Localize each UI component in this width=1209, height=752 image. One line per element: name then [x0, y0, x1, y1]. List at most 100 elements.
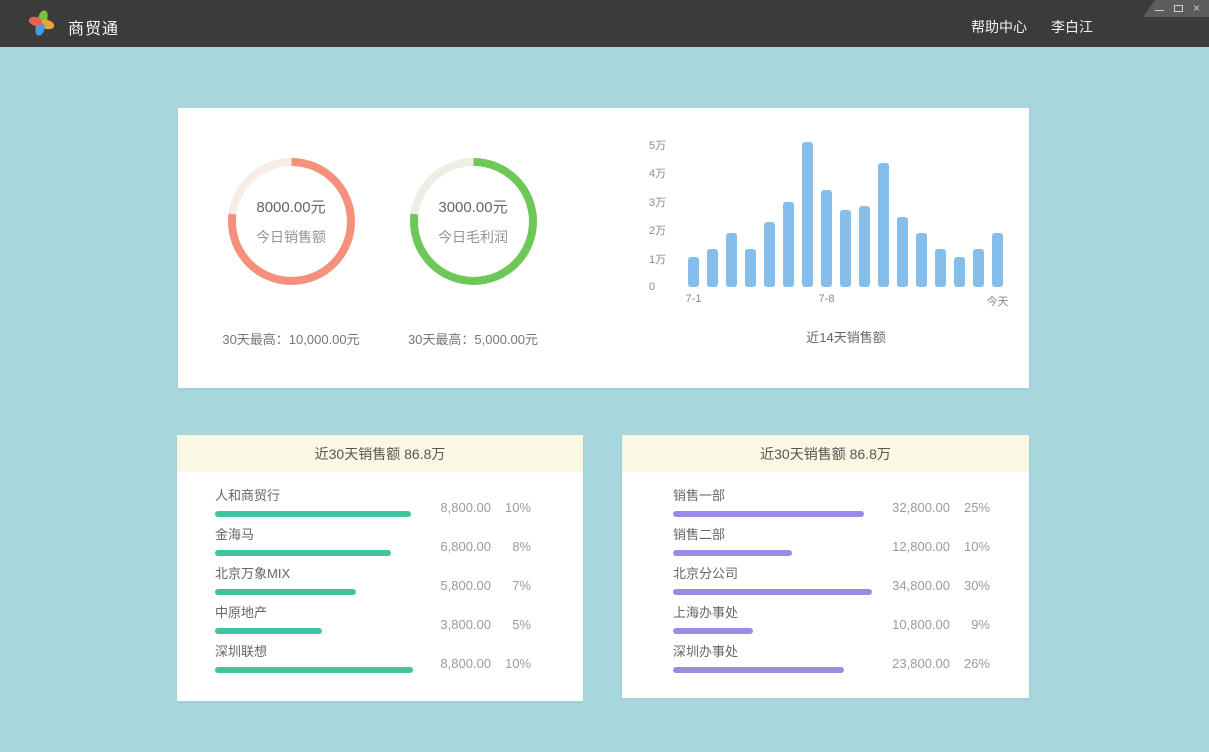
customer-sales-ranking-card: 近30天销售额 86.8万 人和商贸行8,800.0010%金海马6,800.0… — [177, 435, 583, 701]
ranking-row-left: 销售一部 — [673, 485, 872, 517]
ranking-row-values: 12,800.0010% — [892, 539, 990, 556]
ranking-row-left: 深圳办事处 — [673, 641, 872, 673]
chart-x-axis: 7-17-8今天 — [688, 293, 1004, 309]
ranking-row-values: 8,800.0010% — [440, 656, 531, 673]
today-sales-donut: 8000.00元 今日销售额 — [228, 158, 355, 285]
ranking-row-name: 北京万象MIX — [215, 563, 413, 582]
ranking-row-amount: 8,800.00 — [440, 656, 491, 671]
minimize-icon[interactable] — [1155, 10, 1164, 11]
ranking-row-progress-bar — [673, 667, 844, 673]
ranking-row-values: 34,800.0030% — [892, 578, 990, 595]
app-title: 商贸通 — [68, 15, 119, 39]
department-sales-ranking-card: 近30天销售额 86.8万 销售一部 32,800.0025% 销售二部 12,800… — [622, 435, 1029, 698]
ranking-row-values: 32,800.0025% — [892, 500, 990, 517]
window-controls: × — [1143, 0, 1209, 17]
ranking-row-progress-bar — [215, 589, 356, 595]
ranking-row-values: 8,800.0010% — [440, 500, 531, 517]
titlebar-menu: 帮助中心 李白江 — [971, 17, 1093, 37]
daily-sales-bar — [764, 222, 775, 287]
y-axis-tick: 0 — [649, 281, 655, 293]
ranking-row: 深圳联想 8,800.0010% — [215, 634, 531, 673]
help-center-link[interactable]: 帮助中心 — [971, 17, 1027, 37]
chart-bars — [688, 137, 1004, 287]
y-axis-tick: 1万 — [649, 251, 666, 267]
daily-sales-bar — [878, 163, 889, 287]
ranking-row-percent: 30% — [950, 578, 990, 593]
today-profit-value: 3000.00元 — [438, 196, 507, 217]
ranking-row-values: 3,800.005% — [440, 617, 531, 634]
ranking-row-name: 深圳办事处 — [673, 641, 872, 660]
user-menu[interactable]: 李白江 — [1051, 17, 1093, 37]
ranking-row-name: 人和商贸行 — [215, 485, 413, 504]
ranking-row-amount: 32,800.00 — [892, 500, 950, 515]
ranking-row-values: 23,800.0026% — [892, 656, 990, 673]
ranking-row-amount: 3,800.00 — [440, 617, 491, 632]
ranking-row-percent: 5% — [491, 617, 531, 632]
ranking-row-name: 销售一部 — [673, 485, 872, 504]
daily-sales-bar — [726, 233, 737, 287]
x-axis-label: 7-8 — [819, 293, 835, 305]
pinwheel-logo-icon — [28, 10, 54, 36]
ranking-row: 销售一部 32,800.0025% — [673, 478, 990, 517]
daily-sales-bar — [954, 257, 965, 287]
daily-sales-bar — [935, 249, 946, 287]
ranking-row-left: 金海马 — [215, 524, 413, 556]
ranking-row: 北京分公司 34,800.0030% — [673, 556, 990, 595]
ranking-row-left: 北京分公司 — [673, 563, 872, 595]
chart-y-axis: 5万4万3万2万1万0 — [649, 137, 688, 287]
ranking-row-name: 中原地产 — [215, 602, 413, 621]
customer-ranking-title: 近30天销售额 86.8万 — [315, 444, 446, 464]
daily-sales-bar — [745, 249, 756, 287]
ranking-row: 金海马 6,800.008% — [215, 517, 531, 556]
daily-sales-bar — [840, 210, 851, 287]
ranking-row-percent: 9% — [950, 617, 990, 632]
ranking-row-amount: 8,800.00 — [440, 500, 491, 515]
department-ranking-title: 近30天销售额 86.8万 — [760, 444, 891, 464]
today-sales-value: 8000.00元 — [256, 196, 325, 217]
ranking-row-name: 深圳联想 — [215, 641, 413, 660]
ranking-row-values: 5,800.007% — [440, 578, 531, 595]
ranking-row-left: 上海办事处 — [673, 602, 872, 634]
x-axis-label: 今天 — [987, 293, 1009, 309]
chart-plot-area: 5万4万3万2万1万0 — [649, 137, 1004, 287]
ranking-row-percent: 7% — [491, 578, 531, 593]
ranking-row-values: 10,800.009% — [892, 617, 990, 634]
daily-sales-bar — [916, 233, 927, 287]
ranking-row-name: 金海马 — [215, 524, 413, 543]
titlebar: 商贸通 帮助中心 李白江 × — [0, 0, 1209, 47]
ranking-row-name: 上海办事处 — [673, 602, 872, 621]
today-profit-donut: 3000.00元 今日毛利润 — [410, 158, 537, 285]
ranking-row-progress-bar — [673, 589, 872, 595]
daily-sales-bar — [821, 190, 832, 287]
ranking-row: 北京万象MIX 5,800.007% — [215, 556, 531, 595]
ranking-row-percent: 10% — [950, 539, 990, 554]
close-icon[interactable]: × — [1193, 2, 1200, 14]
today-sales-donut-center: 8000.00元 今日销售额 — [236, 166, 347, 277]
ranking-row-progress-bar — [673, 628, 753, 634]
daily-sales-bar — [688, 257, 699, 287]
department-ranking-list: 销售一部 32,800.0025% 销售二部 12,800.0010% 北京分公司 34,… — [622, 472, 1029, 673]
ranking-row-left: 人和商贸行 — [215, 485, 413, 517]
today-sales-donut-section: 8000.00元 今日销售额 30天最高：10,000.00元 — [196, 158, 386, 348]
today-profit-label: 今日毛利润 — [438, 227, 508, 247]
chart-title: 近14天销售额 — [688, 327, 1004, 346]
sales-14day-bar-chart: 5万4万3万2万1万0 7-17-8今天 近14天销售额 — [649, 137, 1004, 346]
daily-sales-bar — [783, 202, 794, 287]
daily-sales-bar — [992, 233, 1003, 287]
ranking-row-progress-bar — [215, 550, 391, 556]
ranking-row-amount: 34,800.00 — [892, 578, 950, 593]
customer-ranking-list: 人和商贸行8,800.0010%金海马6,800.008%北京万象MIX5,80… — [177, 472, 583, 673]
today-profit-donut-center: 3000.00元 今日毛利润 — [418, 166, 529, 277]
ranking-row-left: 销售二部 — [673, 524, 872, 556]
ranking-row: 销售二部 12,800.0010% — [673, 517, 990, 556]
daily-sales-bar — [973, 249, 984, 287]
ranking-row-left: 北京万象MIX — [215, 563, 413, 595]
ranking-row-left: 深圳联想 — [215, 641, 413, 673]
y-axis-tick: 5万 — [649, 137, 666, 153]
department-ranking-header: 近30天销售额 86.8万 — [622, 435, 1029, 472]
ranking-row: 中原地产 3,800.005% — [215, 595, 531, 634]
ranking-row-percent: 10% — [491, 500, 531, 515]
ranking-row-amount: 6,800.00 — [440, 539, 491, 554]
maximize-icon[interactable] — [1174, 5, 1183, 12]
ranking-row-values: 6,800.008% — [440, 539, 531, 556]
